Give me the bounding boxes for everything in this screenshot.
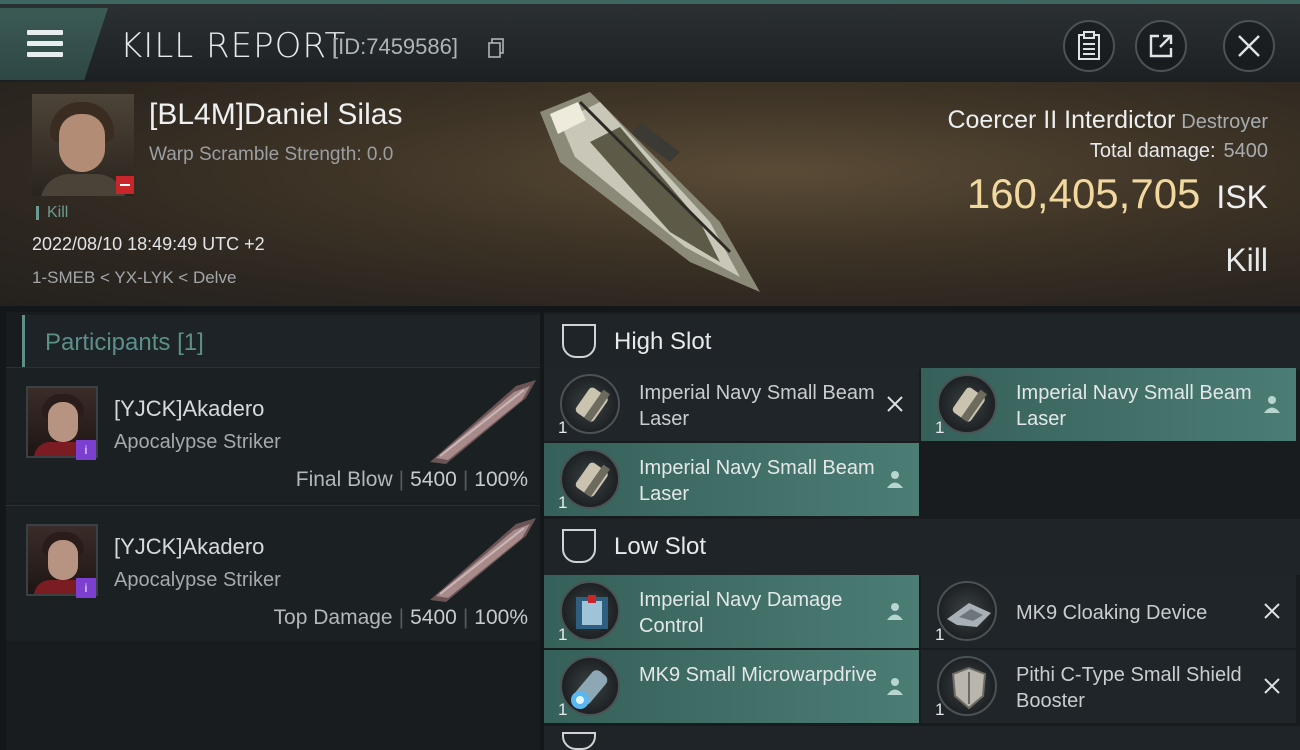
module-item[interactable]: 1 Imperial Navy Small Beam Laser	[544, 368, 919, 441]
participant-role: Top Damage	[273, 606, 393, 629]
slot-icon	[562, 529, 596, 563]
clipboard-icon	[1078, 31, 1100, 60]
beam-laser-icon	[937, 374, 997, 434]
standing-badge	[116, 176, 134, 194]
next-slot-header	[544, 726, 1300, 750]
participants-title: Participants	[45, 329, 171, 356]
isk-value: 160,405,705 ISK	[967, 170, 1268, 218]
isk-amount: 160,405,705	[966, 170, 1201, 217]
participant-percent: 100%	[474, 468, 528, 491]
alliance-badge-icon: i	[76, 440, 96, 460]
damage-control-icon	[560, 581, 620, 641]
participant-stats: Top Damage | 5400 | 100%	[273, 606, 528, 629]
fittings-panel: High Slot 1 Imperial Navy Small Beam Las…	[544, 312, 1300, 750]
page-title: KILL REPORT	[120, 26, 347, 66]
participant-ship-image	[430, 518, 536, 602]
x-mark-icon	[1264, 603, 1280, 619]
share-button[interactable]	[1135, 20, 1187, 72]
participant-percent: 100%	[474, 606, 528, 629]
participant-ship: Apocalypse Striker	[114, 569, 281, 591]
module-item[interactable]: 1 Imperial Navy Small Beam Laser	[544, 443, 919, 516]
kill-header: [BL4M]Daniel Silas Warp Scramble Strengt…	[0, 82, 1300, 306]
participants-header: Participants [1]	[22, 315, 540, 370]
x-mark-icon	[1264, 678, 1280, 694]
ship-class: Destroyer	[1181, 111, 1268, 133]
participant-ship-image	[430, 380, 536, 464]
close-icon	[1238, 35, 1260, 57]
close-button[interactable]	[1223, 20, 1275, 72]
kill-datetime: 2022/08/10 18:49:49 UTC +2	[32, 234, 265, 254]
participants-panel: Participants [1] i [YJCK]Akadero Apocaly…	[6, 312, 540, 750]
module-name: Pithi C-Type Small Shield Booster	[1016, 664, 1242, 712]
top-bar: KILL REPORT [ID:7459586]	[0, 0, 1300, 82]
low-slot-label: Low Slot	[614, 533, 707, 560]
module-quantity: 1	[558, 418, 568, 437]
total-damage-label: Total damage:	[1089, 140, 1216, 162]
module-quantity: 1	[935, 418, 945, 437]
alliance-badge-icon: i	[76, 578, 96, 598]
beam-laser-icon	[560, 374, 620, 434]
person-icon	[887, 678, 903, 695]
module-quantity: 1	[558, 700, 568, 719]
beam-laser-icon	[560, 449, 620, 509]
person-icon	[887, 471, 903, 488]
x-mark-icon	[887, 396, 903, 412]
shield-booster-icon	[937, 656, 997, 716]
module-quantity: 1	[558, 493, 568, 512]
module-name: Imperial Navy Small Beam Laser	[639, 457, 875, 505]
cloaking-device-icon	[937, 581, 997, 641]
module-name: MK9 Cloaking Device	[1016, 602, 1208, 624]
participant-damage: 5400	[410, 468, 457, 491]
share-icon	[1149, 34, 1173, 58]
module-name: MK9 Small Microwarpdrive	[639, 664, 877, 686]
menu-button[interactable]	[0, 8, 108, 80]
participant-card[interactable]: i [YJCK]Akadero Apocalypse Striker Final…	[6, 367, 540, 503]
module-item[interactable]: 1 Imperial Navy Damage Control	[544, 575, 919, 648]
participant-stats: Final Blow | 5400 | 100%	[295, 468, 528, 491]
slot-icon	[562, 324, 596, 358]
module-quantity: 1	[558, 625, 568, 644]
victim-name[interactable]: [BL4M]Daniel Silas	[149, 98, 402, 132]
slot-icon	[562, 732, 596, 750]
module-name: Imperial Navy Small Beam Laser	[1016, 382, 1252, 430]
person-icon	[1264, 396, 1280, 413]
report-id: [ID:7459586]	[332, 34, 458, 59]
copy-icon[interactable]	[488, 38, 504, 58]
module-item[interactable]: 1 Pithi C-Type Small Shield Booster	[921, 650, 1296, 723]
ship-type-name: Coercer II Interdictor	[947, 106, 1176, 134]
module-name: Imperial Navy Damage Control	[639, 589, 843, 637]
victim-ship-image[interactable]	[520, 82, 770, 306]
module-item[interactable]: 1 MK9 Cloaking Device	[921, 575, 1296, 648]
victim-ship-name[interactable]: Coercer II Interdictor Destroyer	[947, 106, 1268, 135]
participant-name[interactable]: [YJCK]Akadero	[114, 396, 264, 422]
warp-scramble-strength: Warp Scramble Strength: 0.0	[149, 144, 394, 165]
clipboard-button[interactable]	[1063, 20, 1115, 72]
low-slot-header: Low Slot	[544, 519, 1300, 575]
participant-card[interactable]: i [YJCK]Akadero Apocalypse Striker Top D…	[6, 505, 540, 641]
participant-name[interactable]: [YJCK]Akadero	[114, 534, 264, 560]
module-item[interactable]: 1 MK9 Small Microwarpdrive	[544, 650, 919, 723]
kill-tag: Kill	[36, 205, 68, 221]
participant-damage: 5400	[410, 606, 457, 629]
isk-unit: ISK	[1216, 179, 1268, 215]
module-quantity: 1	[935, 700, 945, 719]
person-icon	[887, 603, 903, 620]
result-label: Kill	[1225, 242, 1268, 278]
kill-location[interactable]: 1-SMEB < YX-LYK < Delve	[32, 268, 236, 288]
total-damage: Total damage: 5400	[1090, 140, 1268, 163]
high-slot-header: High Slot	[544, 314, 1300, 370]
module-name: Imperial Navy Small Beam Laser	[639, 382, 875, 430]
participant-ship: Apocalypse Striker	[114, 431, 281, 453]
participants-count: [1]	[177, 329, 204, 356]
total-damage-value: 5400	[1223, 140, 1269, 162]
module-quantity: 1	[935, 625, 945, 644]
high-slot-label: High Slot	[614, 328, 712, 355]
microwarpdrive-icon	[560, 656, 620, 716]
module-item[interactable]: 1 Imperial Navy Small Beam Laser	[921, 368, 1296, 441]
participant-role: Final Blow	[295, 468, 393, 491]
